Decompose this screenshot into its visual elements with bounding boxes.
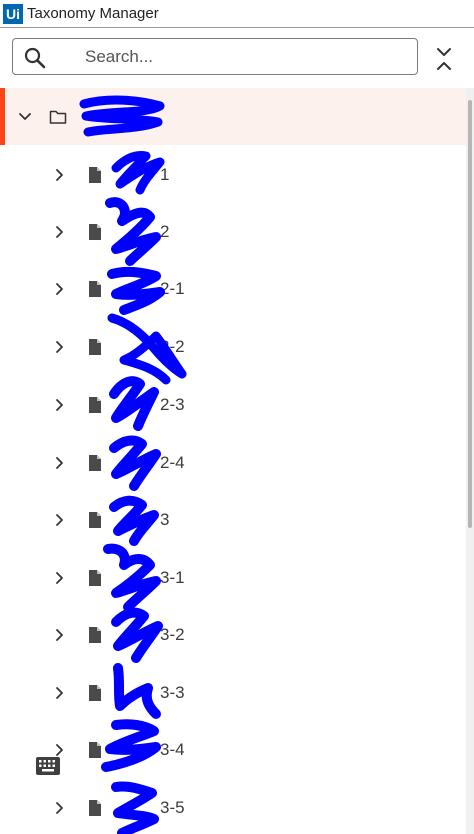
tree-item[interactable]: 2-3 (0, 376, 466, 433)
document-icon (89, 512, 101, 528)
redaction-mark (79, 95, 165, 137)
chevron-right-icon[interactable] (53, 628, 67, 642)
chevron-right-icon[interactable] (53, 340, 67, 354)
tree-item[interactable]: 3-5 (0, 779, 466, 834)
folder-icon (49, 110, 67, 124)
collapse-all-icon[interactable] (432, 46, 456, 72)
document-icon (89, 800, 101, 816)
chevron-right-icon[interactable] (53, 168, 67, 182)
tree-item[interactable]: 1 (0, 146, 466, 203)
document-icon (89, 167, 101, 183)
chevron-right-icon[interactable] (53, 398, 67, 412)
scrollbar-thumb[interactable] (468, 100, 472, 528)
redaction-mark (109, 435, 161, 491)
document-icon (89, 397, 101, 413)
search-icon (24, 47, 46, 69)
chevron-right-icon[interactable] (53, 282, 67, 296)
app-logo: Ui (3, 3, 23, 24)
chevron-right-icon[interactable] (53, 456, 67, 470)
tree-item[interactable]: 3-3 (0, 663, 466, 721)
chevron-right-icon[interactable] (53, 225, 67, 239)
chevron-down-icon[interactable] (18, 110, 32, 124)
tree-root-node[interactable] (0, 88, 466, 145)
chevron-right-icon[interactable] (53, 743, 67, 757)
redaction-mark (101, 719, 161, 772)
keyboard-icon[interactable] (36, 757, 60, 775)
tree-item[interactable]: 3-1 (0, 543, 466, 612)
chevron-right-icon[interactable] (53, 571, 67, 585)
redaction-mark (105, 197, 161, 266)
chevron-right-icon[interactable] (53, 686, 67, 700)
tree-item[interactable]: 2-1 (0, 260, 466, 317)
tree-item[interactable]: 2-4 (0, 434, 466, 491)
tree-item[interactable]: 2 (0, 197, 466, 266)
window-title: Taxonomy Manager (27, 5, 159, 22)
tree-item[interactable]: 3-4 (0, 719, 466, 778)
search-input[interactable] (85, 43, 405, 70)
redaction-mark (111, 781, 159, 834)
document-icon (89, 281, 101, 297)
tree-item-label: 3-5 (160, 798, 185, 817)
taxonomy-tree: 1 2 2-1 2-2 2-3 2-4 3 3-1 3-2 3-3 3-4 3-… (0, 88, 466, 834)
redaction-mark (111, 607, 163, 663)
tree-scrollbar[interactable] (466, 88, 474, 834)
document-icon (89, 685, 101, 701)
document-icon (89, 627, 101, 643)
tree-item[interactable]: 2-2 (0, 313, 466, 385)
selection-accent (0, 88, 5, 145)
title-bar: Ui Taxonomy Manager (0, 0, 474, 28)
redaction-mark (109, 376, 159, 431)
tree-item[interactable]: 3 (0, 491, 466, 548)
chevron-right-icon[interactable] (53, 513, 67, 527)
chevron-right-icon[interactable] (53, 801, 67, 815)
search-box[interactable] (12, 38, 418, 75)
tree-item[interactable]: 3-2 (0, 606, 466, 663)
search-row (0, 28, 474, 88)
